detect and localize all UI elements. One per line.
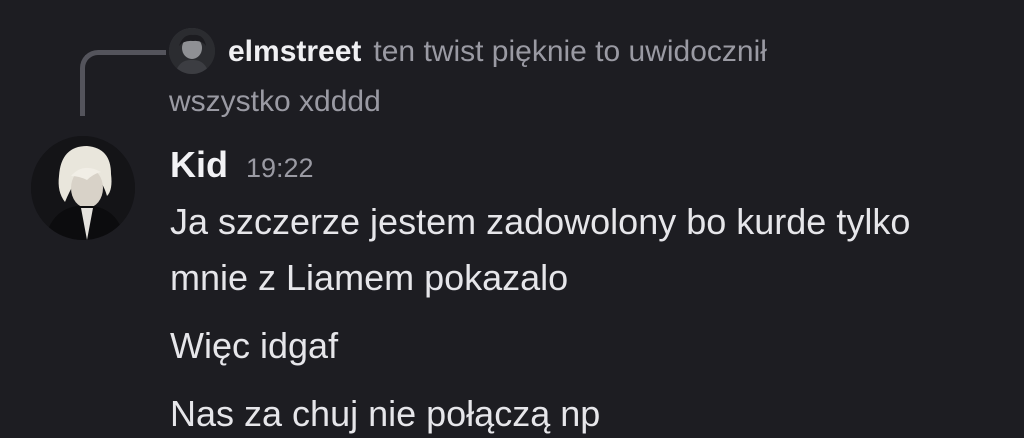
reply-avatar-image	[169, 28, 215, 74]
chat-view: elmstreet ten twist pięknie to uwidocznił…	[0, 0, 1024, 438]
reply-spine	[80, 50, 166, 116]
message-text-line: Nas za chuj nie połączą np	[170, 393, 601, 434]
message-header: Kid 19:22	[170, 143, 314, 190]
author-avatar-image	[31, 136, 135, 240]
reply-preview-text-continued: wszystko xdddd	[169, 85, 381, 118]
reply-preview-text: ten twist pięknie to uwidocznił	[373, 35, 767, 68]
message-timestamp: 19:22	[246, 153, 314, 183]
message-text-line: Więc idgaf	[170, 325, 339, 366]
message-text-line: Ja szczerze jestem zadowolony bo kurde t…	[170, 201, 911, 242]
reply-avatar[interactable]	[169, 28, 215, 74]
message-author-name[interactable]: Kid	[170, 144, 228, 185]
reply-author-name[interactable]: elmstreet	[228, 35, 361, 68]
reply-header: elmstreet ten twist pięknie to uwidocznił	[228, 34, 767, 70]
message-text-line: mnie z Liamem pokazalo	[170, 257, 569, 298]
author-avatar[interactable]	[31, 136, 135, 240]
